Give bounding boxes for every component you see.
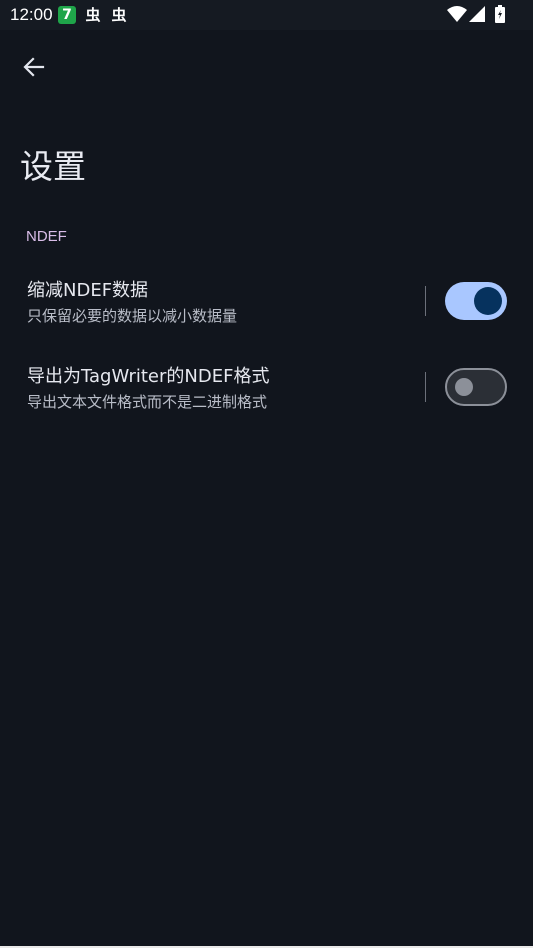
cellular-signal-icon xyxy=(469,6,485,22)
pref-divider xyxy=(425,286,426,316)
page-title: 设置 xyxy=(20,147,86,186)
pref-title: 缩减NDEF数据 xyxy=(27,280,149,301)
pref-reduce-ndef-data[interactable]: 缩减NDEF数据 只保留必要的数据以减小数据量 xyxy=(0,264,533,336)
pref-title: 导出为TagWriter的NDEF格式 xyxy=(27,366,270,387)
bug-icon: 虫 xyxy=(111,6,127,24)
status-time: 12:00 xyxy=(10,5,53,24)
pref-summary: 导出文本文件格式而不是二进制格式 xyxy=(27,393,268,411)
pref-export-tagwriter[interactable]: 导出为TagWriter的NDEF格式 导出文本文件格式而不是二进制格式 xyxy=(0,350,533,422)
section-header-ndef: NDEF xyxy=(26,228,67,245)
reduce-ndef-toggle[interactable] xyxy=(445,282,507,320)
arrow-back-icon xyxy=(23,57,45,77)
app-7-icon: 7 xyxy=(58,6,76,24)
battery-icon xyxy=(495,5,505,23)
status-bar: 12:00 7 虫 虫 xyxy=(0,0,533,30)
export-tagwriter-toggle[interactable] xyxy=(445,368,507,406)
back-button[interactable] xyxy=(14,47,54,87)
wifi-icon xyxy=(447,6,467,22)
pref-divider xyxy=(425,372,426,402)
toggle-thumb xyxy=(455,378,473,396)
toggle-thumb xyxy=(474,287,502,315)
pref-summary: 只保留必要的数据以减小数据量 xyxy=(27,307,238,325)
bug-icon: 虫 xyxy=(85,6,101,24)
